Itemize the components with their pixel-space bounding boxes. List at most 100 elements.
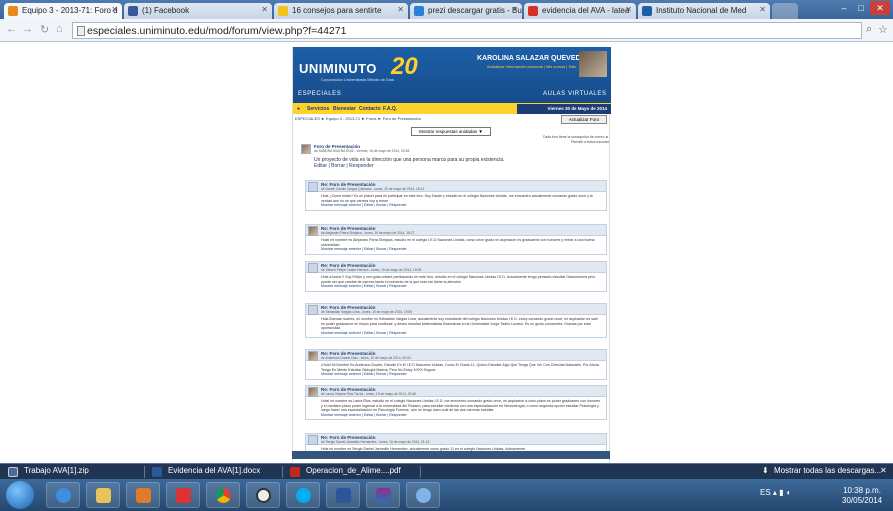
post-header: Re: Foro de Presentación de Sebastian Var… (305, 303, 607, 315)
post-actions[interactable]: Mostrar mensaje anterior | Editar | Borr… (321, 203, 407, 207)
address-bar[interactable]: especiales.uniminuto.edu/mod/forum/view.… (72, 22, 862, 39)
avatar[interactable] (308, 435, 318, 445)
tab-2[interactable]: (1) Facebook ✕ (124, 3, 272, 19)
maximize-button[interactable]: □ (853, 1, 869, 15)
network-icon[interactable]: ▮ (779, 488, 783, 497)
avatar[interactable] (308, 305, 318, 315)
post-body: ¡Hola! Mi Nombre Es Anderson Duarte, Est… (305, 361, 607, 380)
site-banner: UNIMINUTO 20 Corporación Universitaria M… (293, 47, 611, 103)
media-icon (136, 488, 151, 503)
url-text: especiales.uniminuto.edu/mod/forum/view.… (87, 25, 347, 37)
tray-arrow-icon[interactable]: ▴ (773, 488, 777, 497)
post-byline: de Laura Viviana Rios Torres - lunes, 19… (321, 392, 416, 396)
taskbar-media[interactable] (126, 482, 160, 508)
post-actions[interactable]: Mostrar mensaje anterior | Editar | Borr… (321, 413, 407, 417)
avatar[interactable] (308, 263, 318, 273)
taskbar-clock[interactable] (246, 482, 280, 508)
menu-bienestar[interactable]: Bienestar (333, 106, 356, 112)
download-item[interactable]: Evidencia del AVA[1].docx (152, 466, 260, 478)
avatar[interactable] (301, 144, 311, 154)
taskbar-winrar[interactable] (366, 482, 400, 508)
post-body: Hola Buenas noches, mi nombre es Sebasti… (305, 315, 607, 339)
avatar[interactable] (308, 351, 318, 361)
clock-icon (256, 488, 271, 503)
tab-3[interactable]: 16 consejos para sentirte ✕ (274, 3, 408, 19)
download-item[interactable]: Trabajo AVA[1].zip (8, 466, 89, 478)
tab-1[interactable]: Equipo 3 - 2013-71: Foro d ✕ (4, 3, 122, 19)
zoom-icon[interactable]: ⌕ (866, 23, 872, 36)
download-name: Evidencia del AVA[1].docx (168, 466, 261, 475)
language-indicator[interactable]: ES (760, 488, 771, 497)
downloads-bar: Trabajo AVA[1].zip Evidencia del AVA[1].… (0, 463, 893, 479)
post-actions[interactable]: Mostrar mensaje anterior | Editar | Borr… (321, 372, 407, 376)
reload-icon[interactable]: ↻ (40, 23, 49, 36)
section-label: ESPECIALES (298, 91, 342, 97)
select-value: Mostrar respuestas anidadas (419, 129, 478, 134)
date-label: Viernes 30 de Mayo de 2014 (517, 104, 611, 114)
menu-faq[interactable]: F.A.Q. (383, 106, 397, 112)
tab-label: Instituto Nacional de Med (656, 6, 747, 15)
display-mode-select[interactable]: Mostrar respuestas anidadas ▼ (411, 127, 491, 136)
new-tab-button[interactable] (772, 3, 798, 19)
close-icon[interactable]: ✕ (397, 5, 404, 14)
site-footer-bar (292, 451, 610, 459)
close-icon[interactable]: ✕ (511, 5, 518, 14)
taskbar-skype[interactable] (286, 482, 320, 508)
breadcrumb[interactable]: ESPECIALES ► Equipo 3 - 2013-71 ► Foros … (295, 116, 421, 121)
post-actions[interactable]: Mostrar mensaje anterior | Editar | Borr… (321, 247, 407, 251)
moodle-icon (8, 6, 18, 16)
tab-5[interactable]: evidencia del AVA - latea ✕ (524, 3, 636, 19)
taskbar-ie[interactable] (46, 482, 80, 508)
gmail-icon (528, 6, 538, 16)
volume-icon[interactable]: ◖ (786, 488, 791, 497)
menu-servicios[interactable]: Servicios (307, 106, 329, 112)
post-header: Re: Foro de Presentación de Sergio Daniel… (305, 433, 607, 445)
forward-icon[interactable]: → (22, 23, 33, 35)
close-icon[interactable]: ✕ (111, 5, 118, 14)
start-button[interactable] (6, 481, 34, 509)
close-icon[interactable]: ✕ (261, 5, 268, 14)
post-byline: de Alejandro Parra Simijaca - lunes, 19 … (321, 231, 415, 235)
close-icon[interactable]: ✕ (625, 5, 632, 14)
star-icon[interactable]: ☆ (878, 23, 888, 36)
page-content: UNIMINUTO 20 Corporación Universitaria M… (0, 43, 893, 463)
system-clock[interactable]: 10:38 p.m. 30/05/2014 (842, 486, 882, 506)
post-actions[interactable]: Mostrar mensaje anterior | Editar | Borr… (321, 284, 407, 288)
site-logo[interactable]: UNIMINUTO (299, 61, 377, 76)
show-all-downloads-link[interactable]: ⬇ Mostrar todas las descargas... (762, 466, 881, 478)
avatar[interactable] (308, 182, 318, 192)
back-icon[interactable]: ← (6, 23, 17, 35)
tab-6[interactable]: Instituto Nacional de Med ✕ (638, 3, 770, 19)
close-downloads-button[interactable]: ✕ (880, 466, 887, 478)
close-window-button[interactable]: ✕ (870, 1, 890, 15)
post-byline: de Anderson Duarte Diaz - lunes, 19 de m… (321, 356, 411, 360)
post-actions[interactable]: Editar | Borrar | Responder (314, 163, 374, 169)
minimize-button[interactable]: – (836, 1, 852, 15)
download-name: Operacion_de_Alime....pdf (306, 466, 401, 475)
home-icon[interactable]: ⌂ (56, 23, 63, 35)
post-header: Re: Foro de Presentación de Alejandro Par… (305, 224, 607, 236)
post-text: Hola Buenas noches, mi nombre es Sebasti… (321, 317, 598, 331)
close-icon[interactable]: ✕ (759, 5, 766, 14)
avatar[interactable] (308, 226, 318, 236)
tab-4[interactable]: prezi descargar gratis - Bu ✕ (410, 3, 522, 19)
post-text: Hola a todos !! Soy Felipe y con gusto e… (321, 275, 596, 284)
taskbar-word[interactable] (326, 482, 360, 508)
download-item[interactable]: Operacion_de_Alime....pdf (290, 466, 401, 478)
post-header: Foro de Presentación de SANDRA MILENA RUI… (299, 143, 607, 155)
taskbar-explorer[interactable] (86, 482, 120, 508)
taskbar-chrome[interactable] (206, 482, 240, 508)
taskbar-globe[interactable] (406, 482, 440, 508)
sun-icon (278, 6, 288, 16)
menu-contacto[interactable]: Contacto (359, 106, 381, 112)
user-links[interactable]: Actualizar información personal | Mis cu… (487, 64, 576, 69)
avatar[interactable] (308, 387, 318, 397)
taskbar-app[interactable] (166, 482, 200, 508)
post-actions[interactable]: Mostrar mensaje anterior | Editar | Borr… (321, 331, 407, 335)
pdf-file-icon (290, 467, 300, 477)
home-dot-icon: ● (297, 106, 301, 112)
post-header: Re: Foro de Presentación de Steven Felipe… (305, 261, 607, 273)
tab-label: 16 consejos para sentirte (292, 6, 382, 15)
update-forum-button[interactable]: Actualizar Foro (561, 115, 607, 124)
forum-post: Re: Foro de Presentación de Laura Viviana… (305, 385, 607, 421)
